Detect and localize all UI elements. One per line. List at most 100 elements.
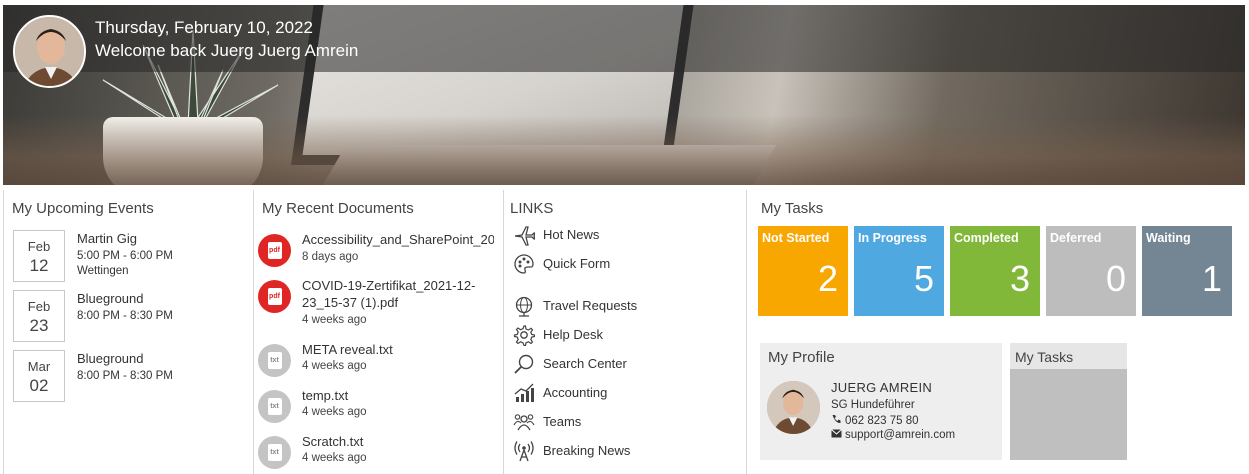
text-file-icon: txt bbox=[258, 436, 291, 469]
task-tile-not-started[interactable]: Not Started 2 bbox=[758, 226, 848, 316]
link-accounting[interactable]: Accounting bbox=[513, 382, 733, 404]
task-tile-waiting[interactable]: Waiting 1 bbox=[1142, 226, 1232, 316]
document-name[interactable]: Accessibility_and_SharePoint_201 bbox=[302, 232, 494, 247]
event-time: 8:00 PM - 8:30 PM bbox=[77, 310, 173, 322]
profile-role: SG Hundeführer bbox=[831, 399, 915, 411]
link-label[interactable]: Accounting bbox=[543, 385, 607, 400]
link-breaking-news[interactable]: Breaking News bbox=[513, 440, 733, 462]
tile-count: 0 bbox=[1105, 258, 1126, 299]
document-item[interactable]: txt temp.txt 4 weeks ago bbox=[258, 388, 498, 428]
task-tile-completed[interactable]: Completed 3 bbox=[950, 226, 1040, 316]
tile-label: In Progress bbox=[858, 231, 927, 245]
phone-icon bbox=[832, 415, 841, 424]
welcome-message: Welcome back Juerg Juerg Amrein bbox=[95, 41, 359, 60]
profile-title: My Profile bbox=[768, 349, 835, 366]
event-item[interactable]: Feb 23 Blueground 8:00 PM - 8:30 PM bbox=[13, 290, 253, 342]
email-address[interactable]: support@amrein.com bbox=[845, 429, 955, 441]
profile-phone[interactable]: 062 823 75 80 bbox=[831, 414, 919, 427]
document-time: 4 weeks ago bbox=[302, 314, 367, 326]
my-tasks-panel-title: My Tasks bbox=[1015, 349, 1074, 365]
banner-overlay bbox=[3, 5, 1245, 72]
link-hot-news[interactable]: Hot News bbox=[513, 224, 733, 246]
user-avatar[interactable] bbox=[13, 15, 86, 88]
event-day: 12 bbox=[29, 256, 49, 275]
tile-label: Completed bbox=[954, 231, 1019, 245]
document-item[interactable]: pdf Accessibility_and_SharePoint_201 8 d… bbox=[258, 232, 498, 272]
document-time: 4 weeks ago bbox=[302, 452, 367, 464]
link-label[interactable]: Breaking News bbox=[543, 443, 630, 458]
event-title[interactable]: Blueground bbox=[77, 291, 173, 306]
document-item[interactable]: txt META reveal.txt 4 weeks ago bbox=[258, 342, 498, 382]
document-time: 8 days ago bbox=[302, 251, 359, 263]
email-icon bbox=[831, 429, 842, 438]
event-month: Feb bbox=[27, 239, 51, 254]
hero-banner: Thursday, February 10, 2022 Welcome back… bbox=[3, 5, 1245, 185]
event-date: Feb 23 bbox=[13, 290, 65, 342]
link-help-desk[interactable]: Help Desk bbox=[513, 324, 733, 346]
event-item[interactable]: Feb 12 Martin Gig 5:00 PM - 6:00 PM Wett… bbox=[13, 230, 253, 282]
link-label[interactable]: Search Center bbox=[543, 356, 627, 371]
globe-icon bbox=[515, 296, 533, 317]
tile-label: Waiting bbox=[1146, 231, 1191, 245]
event-location: Wettingen bbox=[77, 265, 129, 277]
link-travel-requests[interactable]: Travel Requests bbox=[513, 295, 733, 317]
event-day: 02 bbox=[29, 376, 49, 395]
column-divider bbox=[746, 190, 747, 474]
profile-email[interactable]: support@amrein.com bbox=[831, 429, 955, 441]
column-divider bbox=[503, 190, 504, 474]
tile-label: Deferred bbox=[1050, 231, 1102, 245]
document-name[interactable]: temp.txt bbox=[302, 388, 494, 403]
tile-count: 5 bbox=[913, 258, 934, 299]
event-month: Mar bbox=[27, 359, 51, 374]
text-file-icon: txt bbox=[258, 344, 291, 377]
airplane-icon bbox=[514, 226, 535, 246]
event-title[interactable]: Martin Gig bbox=[77, 231, 173, 246]
profile-card: My Profile JUERG AMREIN SG Hundeführer 0… bbox=[760, 343, 1002, 460]
tile-label: Not Started bbox=[762, 231, 830, 245]
pdf-file-icon: pdf bbox=[258, 280, 291, 313]
text-file-icon: txt bbox=[258, 390, 291, 423]
my-tasks-panel-header: My Tasks bbox=[1010, 343, 1127, 369]
event-day: 23 bbox=[29, 316, 49, 335]
link-label[interactable]: Quick Form bbox=[543, 256, 610, 271]
tile-count: 1 bbox=[1201, 258, 1222, 299]
event-month: Feb bbox=[27, 299, 51, 314]
current-date: Thursday, February 10, 2022 bbox=[95, 18, 313, 37]
link-teams[interactable]: Teams bbox=[513, 411, 733, 433]
phone-number[interactable]: 062 823 75 80 bbox=[845, 415, 919, 427]
document-name-continued[interactable]: 23_15-37 (1).pdf bbox=[302, 295, 494, 310]
document-item[interactable]: pdf COVID-19-Zertifikat_2021-12- 23_15-3… bbox=[258, 278, 498, 330]
chart-icon bbox=[514, 383, 534, 402]
profile-avatar[interactable] bbox=[767, 381, 820, 434]
profile-name: JUERG AMREIN bbox=[831, 380, 933, 395]
my-tasks-panel: My Tasks bbox=[1010, 343, 1127, 460]
document-time: 4 weeks ago bbox=[302, 406, 367, 418]
gear-icon bbox=[513, 325, 535, 346]
link-quick-form[interactable]: Quick Form bbox=[513, 253, 733, 275]
task-tile-in-progress[interactable]: In Progress 5 bbox=[854, 226, 944, 316]
banner-desk bbox=[3, 115, 1245, 185]
column-divider bbox=[3, 190, 4, 474]
document-name[interactable]: Scratch.txt bbox=[302, 434, 494, 449]
link-label[interactable]: Teams bbox=[543, 414, 581, 429]
link-label[interactable]: Travel Requests bbox=[543, 298, 637, 313]
document-name[interactable]: COVID-19-Zertifikat_2021-12- bbox=[302, 278, 494, 293]
link-label[interactable]: Help Desk bbox=[543, 327, 603, 342]
tile-count: 3 bbox=[1009, 258, 1030, 299]
link-search-center[interactable]: Search Center bbox=[513, 353, 733, 375]
event-time: 5:00 PM - 6:00 PM bbox=[77, 250, 173, 262]
tasks-title: My Tasks bbox=[761, 200, 824, 217]
task-tile-deferred[interactable]: Deferred 0 bbox=[1046, 226, 1136, 316]
event-time: 8:00 PM - 8:30 PM bbox=[77, 370, 173, 382]
document-item[interactable]: txt Scratch.txt 4 weeks ago bbox=[258, 434, 498, 474]
event-date: Mar 02 bbox=[13, 350, 65, 402]
document-name[interactable]: META reveal.txt bbox=[302, 342, 494, 357]
event-title[interactable]: Blueground bbox=[77, 351, 173, 366]
column-divider bbox=[253, 190, 254, 474]
documents-title: My Recent Documents bbox=[262, 200, 414, 217]
event-item[interactable]: Mar 02 Blueground 8:00 PM - 8:30 PM bbox=[13, 350, 253, 402]
event-date: Feb 12 bbox=[13, 230, 65, 282]
links-title: LINKS bbox=[510, 200, 554, 217]
document-time: 4 weeks ago bbox=[302, 360, 367, 372]
link-label[interactable]: Hot News bbox=[543, 227, 599, 242]
